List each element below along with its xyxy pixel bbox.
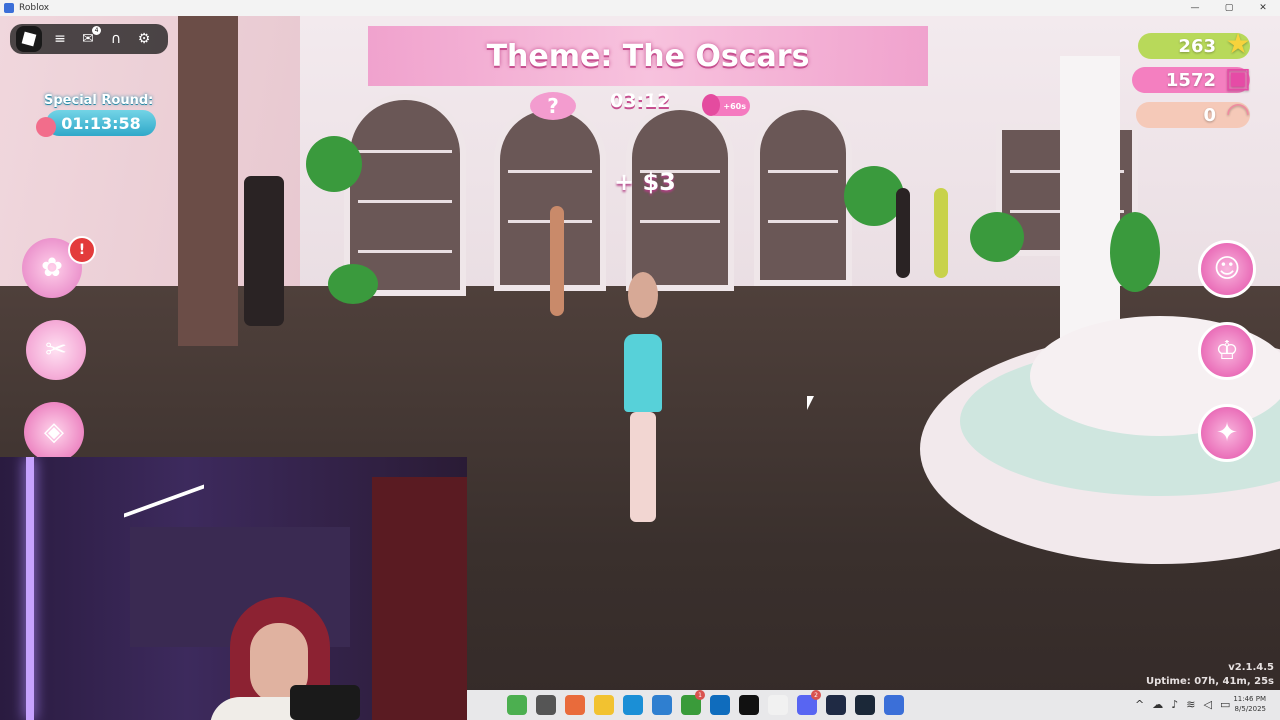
time-bonus-label: +60s	[723, 101, 746, 111]
round-timer: 03:12	[610, 90, 671, 112]
wifi-icon[interactable]: ≋	[1186, 698, 1195, 711]
volume-icon[interactable]: ◁	[1203, 698, 1211, 711]
window-titlebar: Roblox — ▢ ✕	[0, 0, 1280, 16]
avatar-profile-button[interactable]: ☺	[1198, 240, 1256, 298]
file-explorer-icon[interactable]	[594, 695, 614, 715]
gift-icon: ▣	[1224, 60, 1252, 94]
clock-time: 11:46 PM	[1233, 695, 1266, 703]
led-strip	[26, 457, 34, 720]
mannequin	[244, 176, 284, 326]
shells-counter: 0 ◠	[1136, 96, 1250, 129]
notepad-icon[interactable]	[768, 695, 788, 715]
npc-model[interactable]	[550, 206, 564, 316]
shells-value: 0	[1203, 104, 1216, 126]
star-icon: ★	[1225, 26, 1251, 60]
shell-icon	[36, 117, 56, 137]
game-version: v2.1.4.5	[1228, 662, 1274, 673]
taskbar-apps: 12	[507, 690, 904, 715]
special-round-countdown: 01:13:58	[46, 110, 156, 136]
xbox-icon[interactable]: 1	[681, 690, 705, 715]
alert-badge: !	[68, 236, 96, 264]
cloud-icon[interactable]: ☁	[1152, 698, 1163, 711]
left-pillar	[178, 16, 238, 346]
windows-taskbar: 12 ^ ☁ ♪ ≋ ◁ ▭ 11:46 PM 8/5/2025	[467, 690, 1280, 720]
shell-icon: ◠	[1227, 95, 1249, 129]
roblox-logo-icon[interactable]	[16, 26, 42, 52]
widgets-icon[interactable]	[507, 695, 527, 715]
plant	[970, 212, 1024, 262]
mystery-bonus-icon[interactable]: ?	[530, 92, 576, 120]
copilot-icon[interactable]	[565, 695, 585, 715]
notification-badge: 2	[811, 690, 821, 700]
minimize-button[interactable]: —	[1178, 0, 1212, 16]
pose-button[interactable]: ✦	[1198, 404, 1256, 462]
money-earned-popup: + $3	[614, 168, 676, 196]
clock-date: 8/5/2025	[1234, 705, 1266, 713]
maximize-button[interactable]: ▢	[1212, 0, 1246, 16]
microphone-icon[interactable]: ♪	[1171, 698, 1178, 711]
window-controls: — ▢ ✕	[1178, 0, 1280, 16]
close-button[interactable]: ✕	[1246, 0, 1280, 16]
steam-icon[interactable]	[855, 695, 875, 715]
theme-banner: Theme: The Oscars	[368, 26, 928, 86]
time-bonus-button[interactable]: +60s	[702, 94, 750, 116]
taskbar-clock[interactable]: 11:46 PM 8/5/2025	[1233, 694, 1266, 714]
mannequin	[896, 188, 910, 278]
clothing-shelf	[626, 104, 734, 291]
gifts-counter: 1572 ▣	[1132, 61, 1251, 94]
headset-icon[interactable]: ∩	[106, 29, 126, 49]
task-view-icon[interactable]	[536, 695, 556, 715]
special-round-label: Special Round:	[44, 93, 154, 108]
special-round-timer: Special Round: 01:13:58	[36, 93, 158, 143]
hamburger-menu-icon[interactable]: ≡	[50, 29, 70, 49]
plant	[328, 264, 378, 304]
discord-icon[interactable]: 2	[797, 690, 821, 715]
plant	[844, 166, 904, 226]
clothing-shelf	[754, 104, 852, 286]
webcam-overlay	[0, 457, 467, 720]
microphone-icon	[290, 685, 360, 720]
shop-bag-button[interactable]: ◈	[24, 402, 84, 462]
chat-badge: 4	[92, 26, 101, 35]
roblox-taskbar-icon[interactable]	[884, 695, 904, 715]
stars-value: 263	[1178, 35, 1216, 57]
plant	[1110, 212, 1160, 292]
notification-badge: 1	[695, 690, 705, 700]
store-icon[interactable]	[652, 695, 672, 715]
terminal-icon[interactable]	[826, 695, 846, 715]
edge-icon[interactable]	[623, 695, 643, 715]
theme-title: Theme: The Oscars	[486, 38, 810, 74]
trophy-button[interactable]: ♔	[1198, 322, 1256, 380]
mannequin	[934, 188, 948, 278]
uptime-label: Uptime: 07h, 41m, 25s	[1146, 676, 1274, 687]
stars-counter: 263 ★	[1138, 27, 1251, 60]
plant	[306, 136, 362, 192]
chevron-up-icon[interactable]: ^	[1135, 698, 1144, 711]
roblox-menu-bar: ≡ ✉ 4 ∩ ⚙	[10, 24, 168, 54]
outlook-icon[interactable]	[710, 695, 730, 715]
heart-icon	[702, 94, 720, 116]
gifts-value: 1572	[1165, 69, 1216, 91]
system-tray: ^ ☁ ♪ ≋ ◁ ▭	[1135, 698, 1230, 711]
settings-icon[interactable]: ⚙	[134, 29, 154, 49]
tiktok-icon[interactable]	[739, 695, 759, 715]
player-avatar	[620, 272, 666, 522]
roblox-app-icon	[4, 3, 14, 13]
door	[372, 477, 467, 720]
mouse-cursor-icon	[807, 396, 814, 410]
wardrobe-button[interactable]: ✂	[26, 320, 86, 380]
window-title: Roblox	[19, 3, 50, 13]
chat-icon[interactable]: ✉ 4	[78, 26, 101, 49]
battery-icon[interactable]: ▭	[1220, 698, 1230, 711]
right-pillar	[1060, 56, 1120, 356]
